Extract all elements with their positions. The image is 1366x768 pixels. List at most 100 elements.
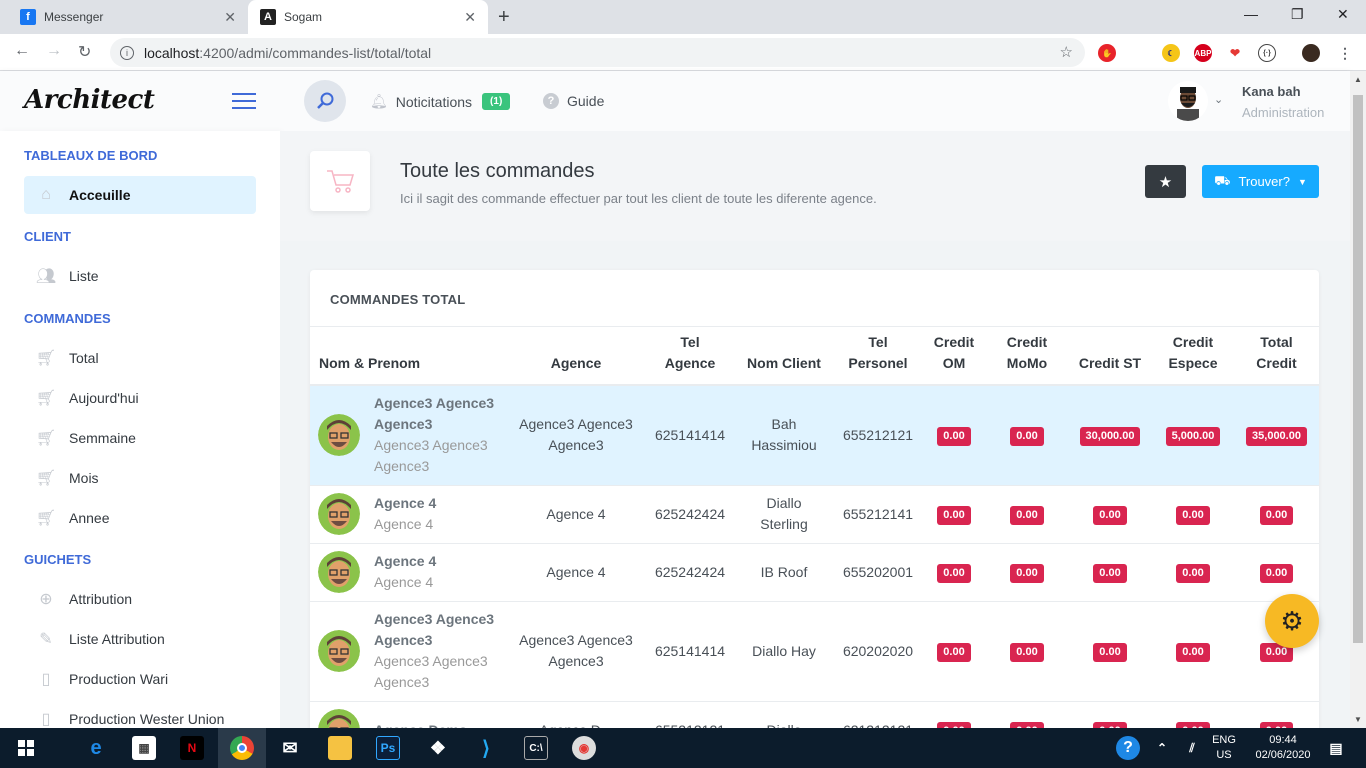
bookmark-star-icon[interactable]: ☆: [1060, 43, 1073, 61]
stop-extension-icon[interactable]: ✋: [1098, 44, 1116, 62]
cell: 0.00: [986, 542, 1068, 601]
help-tray-icon[interactable]: ?: [1116, 736, 1140, 760]
sidebar-item-mois[interactable]: 🛒︎ Mois: [24, 459, 256, 497]
credit-badge: 0.00: [1010, 564, 1044, 583]
media-player-icon[interactable]: ◉: [572, 736, 596, 760]
cell: 30,000.00: [1068, 384, 1152, 485]
sidebar-item-liste[interactable]: 👥︎ Liste: [24, 257, 256, 295]
close-window-icon[interactable]: ✕: [1337, 6, 1349, 23]
column-header[interactable]: Credit ST: [1068, 327, 1152, 386]
scroll-down-icon[interactable]: ▼: [1354, 715, 1362, 724]
column-header[interactable]: Credit Espece: [1152, 327, 1234, 386]
reload-icon[interactable]: ↻: [78, 42, 91, 62]
cell-text: Diallo Sterling: [760, 495, 808, 532]
notification-center-icon[interactable]: ▤: [1324, 736, 1348, 760]
name-block: Agence 4 Agence 4: [374, 551, 504, 593]
guide-link[interactable]: ? Guide: [543, 93, 604, 109]
table-row[interactable]: Agence3 Agence3 Agence3 Agence3 Agence3 A…: [310, 384, 1319, 485]
client-agency: Agence3 Agence3 Agence3: [374, 437, 488, 475]
windows-start-icon[interactable]: [14, 736, 38, 760]
search-icon[interactable]: [304, 80, 346, 122]
find-button[interactable]: ⛟ Trouver? ▼: [1202, 165, 1319, 198]
table-row[interactable]: Agence 4 Agence 4 Agence 4 625242424 Diallo …: [310, 484, 1319, 543]
code-extension-icon[interactable]: {·}: [1258, 44, 1276, 62]
sidebar-section-title: TABLEAUX DE BORD: [24, 148, 158, 163]
restore-icon[interactable]: ❐: [1291, 6, 1304, 23]
table-row[interactable]: Agence3 Agence3 Agence3 Agence3 Agence3 A…: [310, 600, 1319, 701]
language-code: ENG: [1212, 734, 1236, 746]
client-name: Agence 4: [374, 495, 437, 511]
chrome-icon[interactable]: [230, 736, 254, 760]
credit-badge: 0.00: [1259, 564, 1294, 583]
chevron-down-icon[interactable]: ⌄: [1214, 93, 1223, 106]
sidebar-item-production-wari[interactable]: ▯ Production Wari: [24, 660, 256, 698]
bottle-icon: ▯: [41, 671, 51, 688]
sidebar-item-semmaine[interactable]: 🛒︎ Semmaine: [24, 419, 256, 457]
profile-icon[interactable]: [1302, 44, 1320, 62]
file-explorer-icon[interactable]: [328, 736, 352, 760]
sidebar-item-attribution[interactable]: ⊕ Attribution: [24, 580, 256, 618]
column-header[interactable]: Nom Client: [734, 327, 834, 386]
column-header[interactable]: Credit MoMo: [986, 327, 1068, 386]
hamburger-menu-icon[interactable]: [232, 93, 256, 114]
sidebar-item-production-wester-union[interactable]: ▯ Production Wester Union: [24, 700, 256, 728]
scrollbar-thumb[interactable]: [1353, 95, 1363, 643]
new-tab-button[interactable]: +: [498, 6, 510, 29]
mail-icon[interactable]: ✉: [278, 736, 302, 760]
avatar[interactable]: [1168, 81, 1208, 121]
cell: IB Roof: [734, 542, 834, 601]
column-header[interactable]: Nom & Prenom: [310, 327, 506, 386]
tab-messenger[interactable]: f Messenger ✕: [8, 0, 248, 34]
adblock-icon[interactable]: ABP: [1194, 44, 1212, 62]
network-icon[interactable]: ⫽: [1180, 736, 1204, 760]
chevron-up-icon[interactable]: ⌃: [1150, 736, 1174, 760]
scroll-up-icon[interactable]: ▲: [1354, 75, 1362, 84]
sidebar-item-total[interactable]: 🛒︎ Total: [24, 339, 256, 377]
sidebar-section-title: COMMANDES: [24, 311, 111, 326]
sidebar-item-acceuille[interactable]: ⌂ Acceuille: [24, 176, 256, 214]
cell-text: 620202020: [842, 642, 914, 659]
favorite-button[interactable]: ★: [1145, 165, 1186, 198]
credit-badge: 5,000.00: [1165, 427, 1221, 447]
cell-text: 655212121: [655, 720, 725, 728]
table-row[interactable]: Agence 4 Agence 4 Agence 4 625242424 IB Roof…: [310, 542, 1319, 601]
back-icon[interactable]: ←: [14, 42, 30, 60]
column-header[interactable]: Total Credit: [1234, 327, 1319, 386]
close-tab-icon[interactable]: ✕: [464, 9, 476, 26]
forward-icon[interactable]: →: [46, 42, 62, 60]
sidebar-item-annee[interactable]: 🛒︎ Annee: [24, 499, 256, 537]
moon-extension-icon[interactable]: ☾: [1162, 44, 1180, 62]
dropbox-icon[interactable]: ❖: [426, 736, 450, 760]
page-scrollbar[interactable]: ▲ ▼: [1350, 71, 1366, 728]
heart-extension-icon[interactable]: ❤: [1226, 44, 1244, 62]
vscode-icon[interactable]: ⟩: [474, 736, 498, 760]
notifications-link[interactable]: 🔔︎ Noticitations (1): [370, 93, 511, 110]
netflix-icon[interactable]: N: [180, 736, 204, 760]
column-header[interactable]: Credit OM: [922, 327, 986, 386]
tab-title: Sogam: [284, 10, 323, 24]
tab-sogam[interactable]: A Sogam ✕: [248, 0, 488, 34]
column-header[interactable]: Tel Personel: [834, 327, 922, 386]
settings-fab[interactable]: ⚙: [1265, 594, 1319, 648]
cell: 625141414: [646, 384, 734, 485]
chrome-menu-icon[interactable]: ⋮: [1336, 44, 1354, 62]
edge-icon[interactable]: e: [84, 736, 108, 760]
column-header[interactable]: Agence: [506, 327, 646, 386]
sidebar-item-liste-attribution[interactable]: ✎ Liste Attribution: [24, 620, 256, 658]
sidebar-item-aujourdhui[interactable]: 🛒︎ Aujourd'hui: [24, 379, 256, 417]
table-row[interactable]: Agence Demo Agence D... 655212121 Diallo 621…: [310, 700, 1319, 728]
sidebar: TABLEAUX DE BORD ⌂ Acceuille CLIENT 👥︎ L…: [0, 131, 280, 728]
info-icon[interactable]: i: [120, 45, 134, 60]
column-header[interactable]: Tel Agence: [646, 327, 734, 386]
url-bar[interactable]: i localhost:4200/admi/commandes-list/tot…: [110, 38, 1085, 67]
close-tab-icon[interactable]: ✕: [224, 9, 236, 26]
terminal-icon[interactable]: C:\: [524, 736, 548, 760]
language-indicator[interactable]: ENG US: [1208, 733, 1240, 763]
store-icon[interactable]: ▦: [132, 736, 156, 760]
cell: 655202001: [834, 542, 922, 601]
cell-text: Bah Hassimiou: [751, 416, 817, 454]
minimize-icon[interactable]: —: [1244, 6, 1258, 22]
clock[interactable]: 09:44 02/06/2020: [1248, 733, 1318, 763]
column-header-text: Total Credit: [1256, 334, 1297, 371]
photoshop-icon[interactable]: Ps: [376, 736, 400, 760]
